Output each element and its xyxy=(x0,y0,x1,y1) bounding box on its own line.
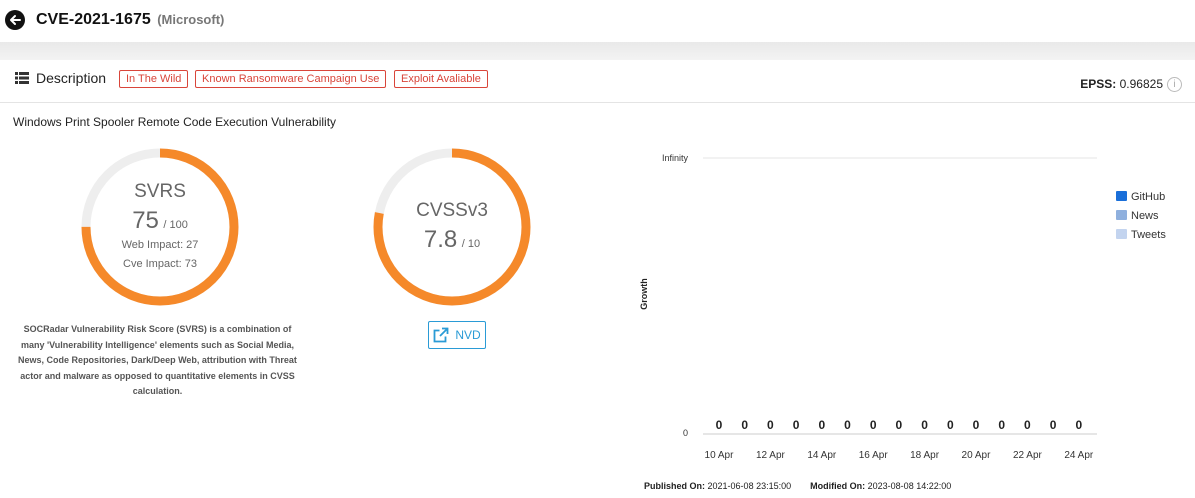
back-button[interactable] xyxy=(5,10,25,30)
vendor-name: (Microsoft) xyxy=(157,12,225,27)
description-label: Description xyxy=(36,70,107,86)
description-bar: Description In The Wild Known Ransomware… xyxy=(0,60,1195,103)
x-tick-label: 20 Apr xyxy=(962,450,992,461)
epss-score: EPSS: 0.96825 xyxy=(1080,77,1163,91)
growth-chart-svg: Infinity 0 Growth 0 0 0 0 0 0 0 0 0 0 0 0 0 0 0 10 Apr… xyxy=(639,153,1097,461)
svrs-score: 75 xyxy=(132,207,159,234)
data-label: 0 xyxy=(973,418,980,432)
x-tick-label: 12 Apr xyxy=(756,450,786,461)
cve-id: CVE-2021-1675 xyxy=(36,11,151,28)
legend-label-github: GitHub xyxy=(1131,191,1166,203)
legend-swatch-tweets xyxy=(1116,229,1127,239)
modified-label: Modified On: xyxy=(810,481,866,491)
legend-github[interactable]: GitHub xyxy=(1116,191,1165,203)
svrs-max: / 100 xyxy=(163,219,188,231)
data-label: 0 xyxy=(793,418,800,432)
data-label: 0 xyxy=(998,418,1005,432)
dates-footer: Published On: 2021-06-08 23:15:00 Modifi… xyxy=(644,481,951,491)
svrs-gauge: SVRS 75 / 100 Web Impact: 27 Cve Impact:… xyxy=(80,147,240,307)
data-label: 0 xyxy=(870,418,877,432)
x-tick-label: 16 Apr xyxy=(859,450,889,461)
tag-in-the-wild: In The Wild xyxy=(119,70,189,88)
info-icon[interactable]: i xyxy=(1167,77,1182,92)
svrs-cve-impact: Cve Impact: 73 xyxy=(123,258,197,270)
legend-label-tweets: Tweets xyxy=(1131,229,1166,241)
cvss-score: 7.8 xyxy=(423,226,458,253)
data-label: 0 xyxy=(947,418,954,432)
data-label: 0 xyxy=(1075,418,1082,432)
legend-label-news: News xyxy=(1131,210,1159,222)
x-tick-label: 14 Apr xyxy=(807,450,837,461)
list-icon xyxy=(15,72,29,84)
x-tick-labels: 10 Apr 12 Apr 14 Apr 16 Apr 18 Apr 20 Apr 22 A… xyxy=(705,450,1094,461)
legend-swatch-github xyxy=(1116,191,1127,201)
x-tick-label: 24 Apr xyxy=(1064,450,1094,461)
cvss-title: CVSSv3 xyxy=(416,200,488,221)
data-label: 0 xyxy=(767,418,774,432)
x-tick-label: 18 Apr xyxy=(910,450,940,461)
data-label: 0 xyxy=(716,418,723,432)
data-label: 0 xyxy=(896,418,903,432)
x-tick-label: 22 Apr xyxy=(1013,450,1043,461)
header-divider xyxy=(0,42,1195,60)
data-label: 0 xyxy=(818,418,825,432)
tag-ransomware: Known Ransomware Campaign Use xyxy=(195,70,387,88)
cvss-gauge: CVSSv3 7.8 / 10 xyxy=(372,147,532,307)
legend-tweets[interactable]: Tweets xyxy=(1116,229,1166,241)
tag-exploit-available: Exploit Avaliable xyxy=(394,70,488,88)
x-tick-label: 10 Apr xyxy=(705,450,735,461)
legend-news[interactable]: News xyxy=(1116,210,1159,222)
epss-label: EPSS: xyxy=(1080,77,1117,91)
data-label: 0 xyxy=(844,418,851,432)
page-header: CVE-2021-1675 (Microsoft) xyxy=(0,0,1195,42)
data-label: 0 xyxy=(1024,418,1031,432)
svrs-web-impact: Web Impact: 27 xyxy=(121,239,199,251)
data-label: 0 xyxy=(741,418,748,432)
published-label: Published On: xyxy=(644,481,706,491)
page-title: CVE-2021-1675 (Microsoft) xyxy=(36,11,224,29)
epss-value: 0.96825 xyxy=(1119,77,1163,91)
data-labels: 0 0 0 0 0 0 0 0 0 0 0 0 0 0 0 xyxy=(716,418,1083,432)
external-link-icon xyxy=(433,327,449,343)
data-label: 0 xyxy=(1050,418,1057,432)
arrow-left-icon xyxy=(10,15,21,25)
cvss-score-line: 7.8 / 10 xyxy=(372,226,532,254)
data-label: 0 xyxy=(921,418,928,432)
nvd-label: NVD xyxy=(455,328,481,342)
y-tick-infinity: Infinity xyxy=(662,153,689,163)
svrs-description: SOCRadar Vulnerability Risk Score (SVRS)… xyxy=(18,324,297,396)
cvss-max: / 10 xyxy=(461,238,481,250)
nvd-link-button[interactable]: NVD xyxy=(428,321,486,349)
svrs-title: SVRS xyxy=(134,181,186,202)
modified-value: 2023-08-08 14:22:00 xyxy=(867,481,952,491)
svrs-score-line: 75 / 100 xyxy=(80,207,240,235)
legend-swatch-news xyxy=(1116,210,1127,220)
growth-chart: Infinity 0 Growth 0 0 0 0 0 0 0 0 0 0 0 0 0 0 0 10 Apr… xyxy=(630,140,1190,470)
published-value: 2021-06-08 23:15:00 xyxy=(707,481,792,491)
y-axis-label: Growth xyxy=(639,278,649,310)
y-tick-zero: 0 xyxy=(683,428,688,438)
vulnerability-name: Windows Print Spooler Remote Code Execut… xyxy=(13,115,337,129)
